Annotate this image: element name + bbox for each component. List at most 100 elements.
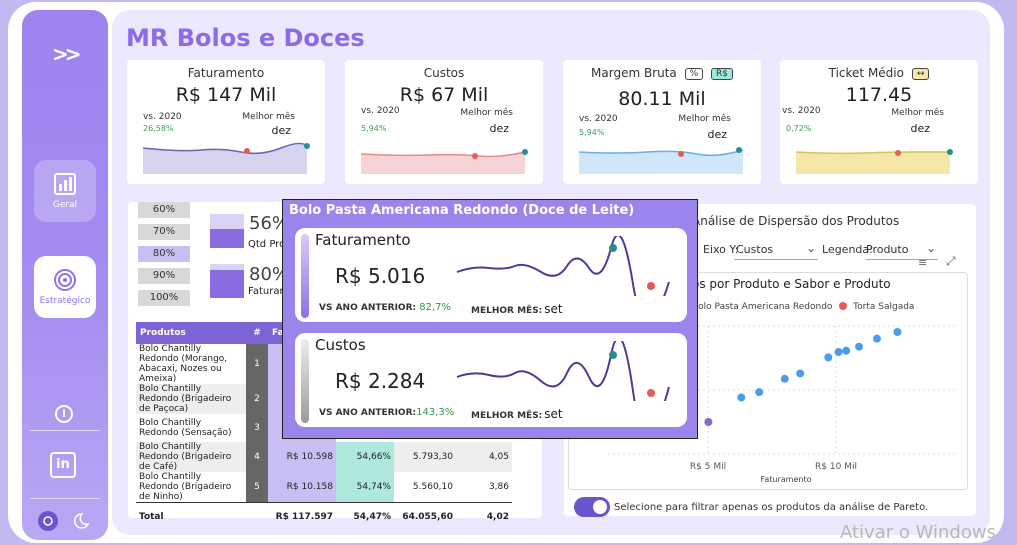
total-ticket: 4,02 [486,511,509,522]
kpi-value: R$ 147 Mil [175,84,277,106]
kpi-vs-value: 5,94% [579,128,605,137]
axis-y-value: Custos [736,243,774,256]
legend-value: Produto [866,243,909,256]
linkedin-icon[interactable]: in [50,452,76,478]
legend-item[interactable]: Bolo Pasta Americana Redondo [692,302,832,312]
axis-y-dropdown[interactable]: Custos ⌄ [734,240,818,260]
expand-icon[interactable]: >> [52,42,81,66]
tooltip-best-label: MELHOR MÊS: [471,411,543,421]
tooltip-card-faturamento: Faturamento R$ 5.016 VS ANO ANTERIOR: 82… [295,228,687,322]
tooltip-sparkline [456,236,670,296]
kpi-value: 117.45 [845,84,913,106]
scatter-point[interactable] [780,374,789,383]
product-tooltip: Bolo Pasta Americana Redondo (Doce de Le… [282,199,698,439]
pareto-button-80[interactable]: 80% [138,246,190,262]
tooltip-card-custos: Custos R$ 2.284 VS ANO ANTERIOR:143,3% M… [295,333,687,427]
ticket-cell: 3,86 [488,482,509,492]
kpi-card-faturamento[interactable]: Faturamento R$ 147 Mil vs. 2020 26,58% M… [127,60,325,184]
sidebar-item-label: Estratégico [39,296,91,306]
scatter-point[interactable] [893,328,902,336]
column-header[interactable]: Produtos [136,322,246,344]
report-icon [54,173,76,195]
tooltip-vs-value: 82,7% [419,302,452,313]
pareto-button-60[interactable]: 60% [138,202,190,218]
kpi-vs-label: vs. 2020 [782,106,821,116]
tooltip-best-row: MELHOR MÊS: set [471,407,563,421]
ticket-cell: 4,05 [488,452,509,462]
table-row[interactable]: Bolo Chantilly Redondo (Brigadeiro de Ca… [136,442,512,472]
qtd-label: Qtd Pro [248,239,286,250]
row-number: 4 [246,442,268,472]
row-number: 1 [246,344,268,384]
info-icon[interactable]: i [55,405,73,423]
tooltip-vs-value: 143,3% [416,407,455,418]
legend-item[interactable]: Torta Salgada [853,302,914,312]
pareto-button-100[interactable]: 100% [138,290,190,306]
divider [30,430,100,431]
percent-toggle[interactable]: % [684,68,704,80]
pareto-button-70[interactable]: 70% [138,224,190,240]
scatter-point[interactable] [842,346,851,355]
x-axis-label: Faturamento [761,475,812,484]
total-label: Total [139,511,164,522]
tooltip-vs-label: VS ANO ANTERIOR: [319,408,417,418]
filter-icon[interactable]: ≡ [918,256,927,269]
kpi-best-value: dez [489,122,509,135]
kpi-best-label: Melhor mês [242,112,295,122]
kpi-value: R$ 67 Mil [399,84,489,106]
total-row: Total R$ 117.597 54,47% 64.055,60 4,02 [136,502,512,531]
scatter-point[interactable] [834,348,843,357]
kpi-vs-value: 0,72% [786,124,812,133]
theme-toggle[interactable] [36,510,92,532]
tooltip-vs-label: VS ANO ANTERIOR: [319,303,417,313]
kpi-card-custos[interactable]: Custos R$ 67 Mil vs. 2020 5,94% Melhor m… [345,60,543,184]
tooltip-sparkline [456,341,670,401]
kpi-title: Ticket Médio [828,66,904,80]
kpi-best-label: Melhor mês [460,108,513,118]
kpi-card-margem[interactable]: Margem Bruta % R$ 80.11 Mil vs. 2020 5,9… [563,60,761,184]
kpi-title-row: Ticket Médio ↔ [780,66,978,80]
row-number: 5 [246,472,268,503]
legend-dot [839,302,848,310]
total-margin: 54,47% [353,511,392,522]
kpi-best-value: dez [271,124,291,137]
currency-toggle[interactable]: R$ [711,68,733,80]
tooltip-bar [301,339,309,423]
scatter-point[interactable] [737,393,746,402]
product-name: Bolo Chantilly Redondo (Brigadeiro de Pa… [139,384,232,414]
kpi-sparkline [578,147,744,174]
margin-cell: 54,66% [336,442,394,472]
kpi-best-value: dez [910,122,930,135]
margin-cell: 54,74% [336,472,394,503]
x-tick-label: R$ 10 Mil [815,462,857,472]
kpi-value: 80.11 Mil [618,88,706,110]
tooltip-best-value: set [544,302,563,316]
product-name: Bolo Chantilly Redondo (Brigadeiro de Ca… [139,442,232,472]
total-cost: 64.055,60 [402,511,453,522]
scatter-point[interactable] [824,353,833,362]
fat-cell: R$ 10.158 [268,472,336,503]
table-row[interactable]: Bolo Chantilly Redondo (Brigadeiro de Ni… [136,472,512,503]
sidebar-item-estrategico[interactable]: Estratégico [34,256,96,318]
scatter-point[interactable] [855,342,864,351]
tooltip-card-label: Custos [315,336,366,354]
kpi-card-ticket[interactable]: Ticket Médio ↔ 117.45 vs. 2020 0,72% Mel… [780,60,978,184]
kpi-best-label: Melhor mês [678,114,731,124]
scatter-point[interactable] [796,369,805,378]
pareto-button-90[interactable]: 90% [138,268,190,284]
kpi-sparkline [142,142,310,174]
tooltip-card-value: R$ 5.016 [335,264,426,288]
row-number: 2 [246,384,268,414]
sidebar-item-geral[interactable]: Geral [34,160,96,222]
page-title: MR Bolos e Doces [126,24,365,52]
scatter-point[interactable] [755,388,764,397]
scatter-point[interactable] [704,418,713,426]
kpi-title: Margem Bruta [591,66,677,80]
scatter-point[interactable] [872,334,881,343]
expand-icon[interactable]: ⤢ [946,254,956,269]
pareto-filter-toggle[interactable] [574,497,610,517]
kpi-sparkline [795,149,953,174]
column-header[interactable]: # [246,322,268,344]
dispersion-title: Análise de Dispersão dos Produtos [692,214,900,228]
swap-icon[interactable]: ↔ [911,68,930,80]
